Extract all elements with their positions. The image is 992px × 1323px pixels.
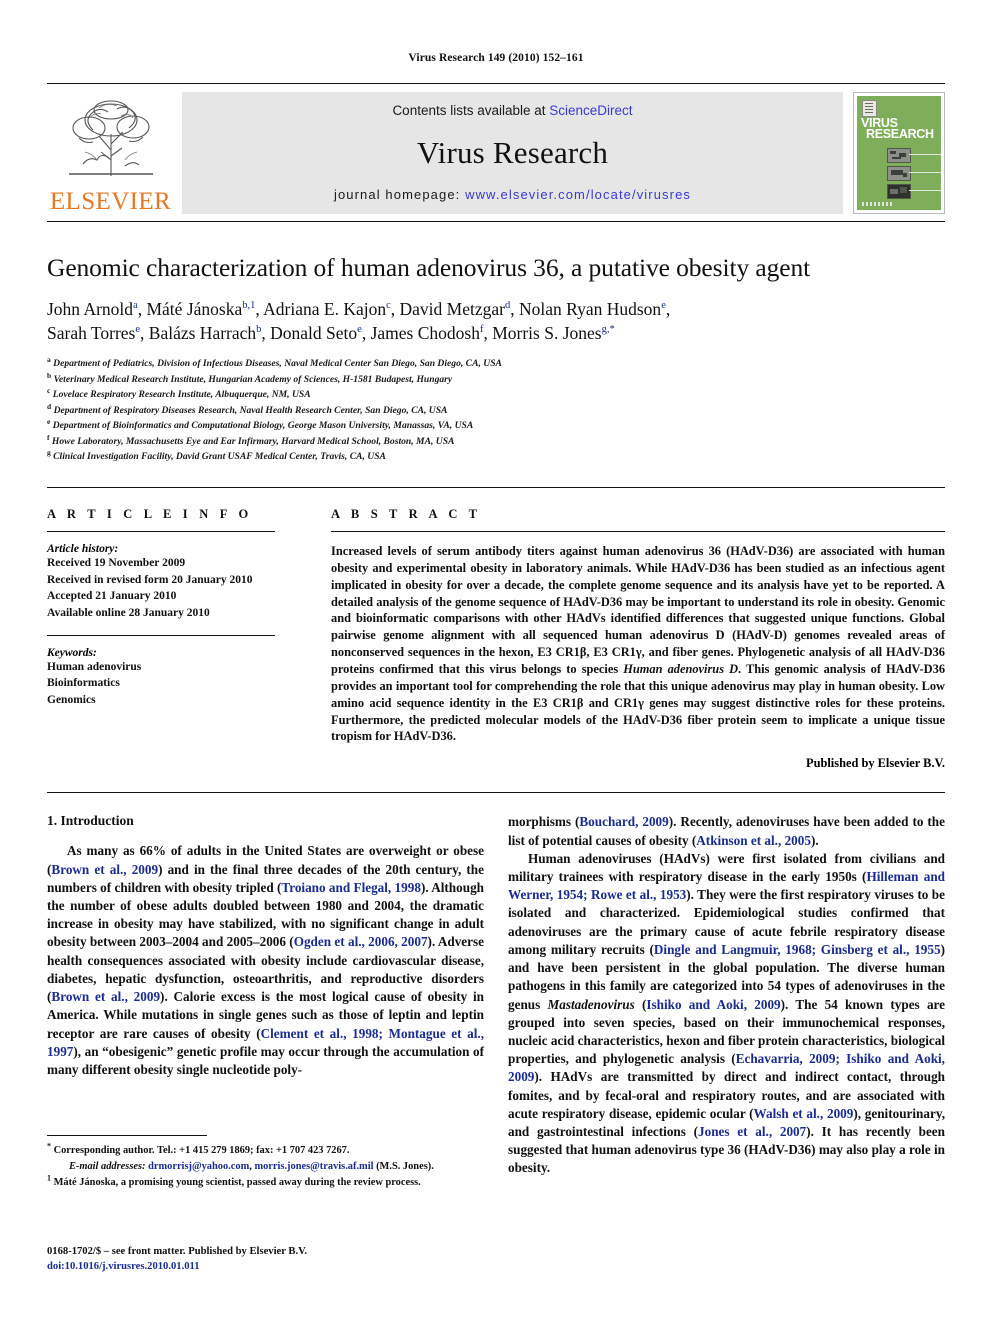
footnote-1: 1 Máté Jánoska, a promising young scient… <box>47 1173 421 1188</box>
affiliation-item: e Department of Bioinformatics and Compu… <box>47 418 945 434</box>
body-columns: 1. Introduction As many as 66% of adults… <box>47 813 945 1177</box>
keyword-item: Human adenovirus <box>47 660 142 673</box>
footnote-rule <box>47 1135 207 1136</box>
article-history-label: Article history: <box>47 543 119 555</box>
cover-publisher-footer <box>862 202 892 206</box>
affiliation-item: f Howe Laboratory, Massachusetts Eye and… <box>47 434 945 450</box>
corresponding-author-note: * Corresponding author. Tel.: +1 415 279… <box>47 1141 350 1156</box>
affiliation-mark: e <box>47 417 51 427</box>
article-info-column: A R T I C L E I N F O Article history: R… <box>47 507 325 771</box>
abstract-rule <box>331 531 945 532</box>
history-item: Received 19 November 2009 <box>47 557 186 569</box>
contents-available-line: Contents lists available at ScienceDirec… <box>392 103 632 118</box>
contents-prefix: Contents lists available at <box>392 103 550 118</box>
keyword-item: Bioinformatics <box>47 677 120 690</box>
cover-divider-1 <box>909 154 941 155</box>
keywords-list: Human adenovirus Bioinformatics Genomics <box>47 659 311 709</box>
email-addresses-note: E-mail addresses: drmorrisj@yahoo.com, m… <box>69 1160 434 1172</box>
homepage-prefix: journal homepage: <box>333 187 466 202</box>
intro-paragraph-left: As many as 66% of adults in the United S… <box>47 843 484 1077</box>
abstract-heading: A B S T R A C T <box>331 507 482 521</box>
body-column-left: 1. Introduction As many as 66% of adults… <box>47 813 484 1177</box>
affiliation-text: Howe Laboratory, Massachusetts Eye and E… <box>51 435 455 447</box>
history-item: Accepted 21 January 2010 <box>47 590 177 603</box>
sciencedirect-link[interactable]: ScienceDirect <box>549 103 632 118</box>
masthead-bottom-rule <box>47 221 945 222</box>
article-info-heading: A R T I C L E I N F O <box>47 507 253 521</box>
footnote-block: * Corresponding author. Tel.: +1 415 279… <box>47 1135 484 1191</box>
article-info-rule <box>47 531 275 532</box>
affiliation-mark: g <box>47 448 51 458</box>
publisher-badge-icon <box>862 100 877 117</box>
affiliation-item: c Lovelace Respiratory Research Institut… <box>47 387 945 403</box>
affiliation-item: b Veterinary Medical Research Institute,… <box>47 370 945 388</box>
affiliation-list: a Department of Pediatrics, Division of … <box>47 356 945 465</box>
affiliation-text: Clinical Investigation Facility, David G… <box>53 451 386 463</box>
article-history-list: Received 19 November 2009 Received in re… <box>47 555 311 622</box>
intro-paragraph-right-2: Human adenoviruses (HAdVs) were first is… <box>508 850 946 1176</box>
imprint-block: 0168-1702/$ – see front matter. Publishe… <box>47 1244 307 1275</box>
affiliation-mark: f <box>47 432 50 442</box>
micrograph-image-2 <box>887 166 911 181</box>
history-item: Available online 28 January 2010 <box>47 607 210 620</box>
elsevier-logo: ELSEVIER <box>47 92 174 214</box>
journal-cover-thumbnail: VIRUS RESEARCH <box>853 92 945 214</box>
abstract-column: A B S T R A C T Increased levels of seru… <box>325 507 945 771</box>
affiliation-mark: a <box>47 355 51 365</box>
abstract-body: Increased levels of serum antibody titer… <box>331 544 946 744</box>
cover-divider-3 <box>909 190 941 191</box>
journal-homepage-line: journal homepage: www.elsevier.com/locat… <box>334 187 691 202</box>
cover-divider-2 <box>909 172 941 173</box>
journal-masthead: ELSEVIER Contents lists available at Sci… <box>47 83 945 214</box>
front-matter-line: 0168-1702/$ – see front matter. Publishe… <box>47 1246 308 1257</box>
title-block: Genomic characterization of human adenov… <box>47 253 945 465</box>
body-top-rule <box>47 792 945 794</box>
published-by-line: Published by Elsevier B.V. <box>806 756 945 771</box>
affiliation-text: Department of Pediatrics, Division of In… <box>53 358 502 370</box>
journal-title: Virus Research <box>416 134 609 170</box>
body-column-right: morphisms (Bouchard, 2009). Recently, ad… <box>508 813 945 1177</box>
affiliation-item: d Department of Respiratory Diseases Res… <box>47 401 945 419</box>
affiliation-text: Department of Respiratory Diseases Resea… <box>53 404 448 416</box>
affiliation-item: g Clinical Investigation Facility, David… <box>47 449 945 465</box>
masthead-center: Contents lists available at ScienceDirec… <box>182 92 843 214</box>
author-list: John Arnolda, Máté Jánoskab,1, Adriana E… <box>47 297 945 347</box>
author-line-1: John Arnolda, Máté Jánoskab,1, Adriana E… <box>47 298 671 319</box>
paper-page: Virus Research 149 (2010) 152–161 ELSEVI… <box>0 0 992 1323</box>
cover-title: VIRUS RESEARCH <box>861 117 934 141</box>
journal-cover-art: VIRUS RESEARCH <box>857 96 941 210</box>
affiliation-text: Veterinary Medical Research Institute, H… <box>53 373 453 385</box>
elsevier-tree-icon <box>68 100 153 176</box>
history-item: Received in revised form 20 January 2010 <box>47 573 253 586</box>
affiliation-mark: d <box>47 401 52 411</box>
section-title-introduction: 1. Introduction <box>47 813 134 829</box>
cover-title-line2: RESEARCH <box>866 127 934 141</box>
intro-paragraph-right-1: morphisms (Bouchard, 2009). Recently, ad… <box>508 814 945 848</box>
doi-line[interactable]: doi:10.1016/j.virusres.2010.01.011 <box>47 1259 307 1274</box>
affiliation-mark: c <box>47 386 51 396</box>
keywords-label: Keywords: <box>47 646 97 659</box>
affiliation-mark: b <box>47 370 52 380</box>
affiliation-text: Lovelace Respiratory Research Institute,… <box>52 389 311 401</box>
keyword-item: Genomics <box>47 694 96 707</box>
info-abstract-section: A R T I C L E I N F O Article history: R… <box>47 487 945 771</box>
running-head: Virus Research 149 (2010) 152–161 <box>408 52 584 64</box>
micrograph-image-1 <box>887 148 911 163</box>
keywords-rule <box>47 634 275 636</box>
micrograph-image-3 <box>887 184 911 199</box>
journal-homepage-link[interactable]: www.elsevier.com/locate/virusres <box>465 187 691 202</box>
author-line-2: Sarah Torrese, Balázs Harrachb, Donald S… <box>47 323 615 344</box>
affiliation-item: a Department of Pediatrics, Division of … <box>47 356 945 372</box>
elsevier-wordmark: ELSEVIER <box>49 188 172 215</box>
page-title: Genomic characterization of human adenov… <box>47 253 811 282</box>
affiliation-text: Department of Bioinformatics and Computa… <box>52 420 474 432</box>
